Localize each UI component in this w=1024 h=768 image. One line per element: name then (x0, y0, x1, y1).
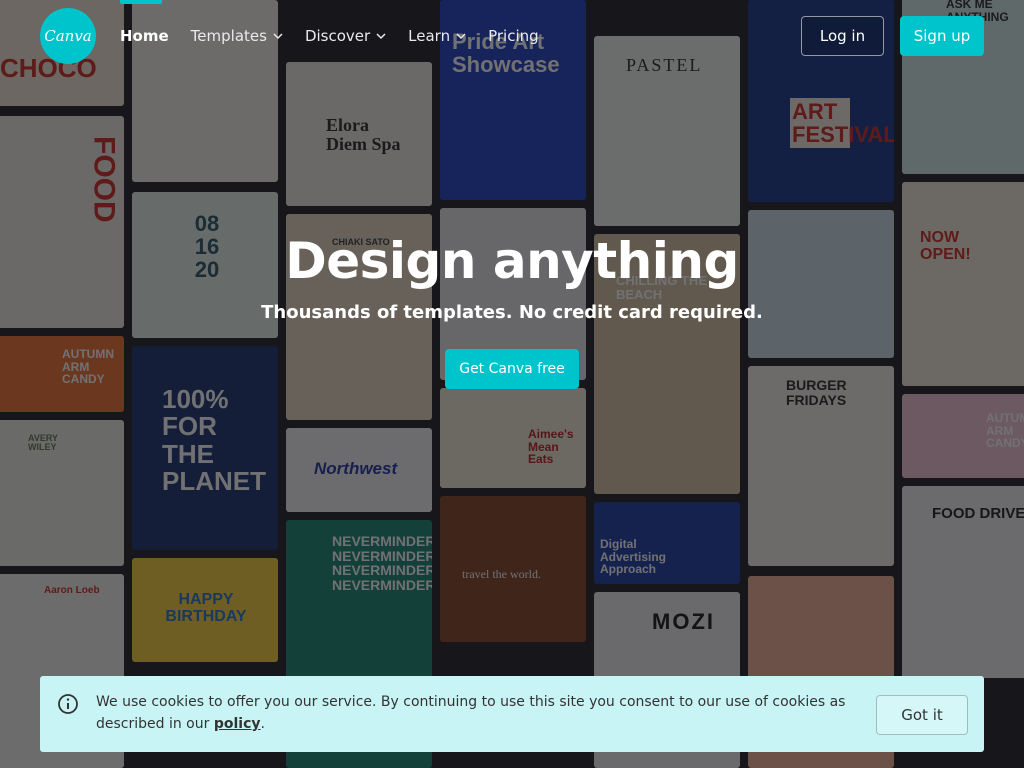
signup-label: Sign up (913, 27, 971, 45)
chevron-down-icon (376, 33, 386, 40)
tile-aimees-mean-eats: Aimee's Mean Eats (440, 388, 586, 488)
tile-text: MOZI (652, 609, 715, 634)
tile-text: Northwest (314, 459, 398, 478)
nav-discover[interactable]: Discover (305, 24, 386, 48)
cookie-message: We use cookies to offer you our service.… (96, 691, 856, 735)
signup-button[interactable]: Sign up (900, 16, 984, 56)
tile-food-drive: FOOD DRIVE (902, 486, 1024, 678)
get-canva-free-button[interactable]: Get Canva free (445, 349, 579, 389)
nav-learn-label: Learn (408, 27, 451, 45)
nav-home[interactable]: Home (120, 24, 169, 48)
tile-text: travel the world. (462, 567, 541, 581)
tile-100-for-the-planet: 100% FOR THE PLANET (132, 346, 278, 550)
cookie-banner: We use cookies to offer you our service.… (40, 676, 984, 752)
hero-title: Design anything (285, 232, 739, 290)
tile-elora-diem-spa: Elora Diem Spa (286, 62, 432, 206)
nav-templates-label: Templates (190, 27, 267, 45)
info-icon (58, 694, 78, 714)
tile-text: FOOD DRIVE (932, 505, 1024, 522)
cookie-text-before: We use cookies to offer you our service.… (96, 694, 846, 732)
tile-digital-advertising: Digital Advertising Approach (594, 502, 740, 584)
nav-discover-label: Discover (304, 27, 371, 45)
tile-text: ART FESTIVAL (790, 98, 894, 149)
tile-text: Aimee's Mean Eats (528, 427, 574, 467)
tile-text: 100% FOR THE PLANET (162, 384, 266, 496)
tile-northwest: Northwest (286, 428, 432, 512)
tile-text: BURGER FRIDAYS (786, 377, 847, 408)
tile-travel-the-world: travel the world. (440, 496, 586, 642)
nav-learn[interactable]: Learn (408, 24, 466, 48)
cta-label: Get Canva free (459, 361, 565, 377)
tile-text: HAPPY BIRTHDAY (165, 591, 247, 625)
cookie-got-it-button[interactable]: Got it (876, 695, 968, 735)
tile-text: AUTUMN ARM CANDY (62, 347, 114, 387)
tile-burger-fridays: BURGER FRIDAYS (748, 366, 894, 566)
tile-text: NEVERMINDER NEVERMINDER NEVERMINDER NEVE… (332, 533, 432, 594)
login-button[interactable]: Log in (801, 16, 884, 56)
tile-avery-wiley: AVERY WILEY (0, 420, 124, 566)
tile-text: FOOD (87, 136, 121, 223)
tile-text: Elora Diem Spa (326, 115, 401, 154)
got-it-label: Got it (901, 706, 943, 724)
cookie-policy-link[interactable]: policy (214, 716, 261, 732)
nav-templates[interactable]: Templates (191, 24, 283, 48)
active-nav-indicator (120, 0, 162, 4)
nav-home-label: Home (120, 27, 169, 45)
top-nav: Canva Home Templates Discover Learn Pric… (0, 0, 1024, 72)
tile-text: AUTUMN ARM CANDY (986, 411, 1024, 451)
chevron-down-icon (273, 33, 283, 40)
logo-text: Canva (44, 27, 92, 45)
canva-logo[interactable]: Canva (40, 8, 96, 64)
tile-text: Digital Advertising Approach (600, 537, 667, 577)
login-label: Log in (819, 27, 866, 45)
cookie-text-after: . (260, 716, 265, 732)
tile-text: Aaron Loeb (44, 585, 100, 596)
chevron-down-icon (456, 33, 466, 40)
tile-autumn-arm-candy-2: AUTUMN ARM CANDY (902, 394, 1024, 478)
tile-food: FOOD (0, 116, 124, 328)
hero-subtitle: Thousands of templates. No credit card r… (261, 302, 763, 323)
tile-autumn-arm-candy: AUTUMN ARM CANDY (0, 336, 124, 412)
tile-text: AVERY WILEY (28, 433, 58, 453)
nav-links: Home Templates Discover Learn Pricing (120, 24, 561, 48)
tile-happy-birthday: HAPPY BIRTHDAY (132, 558, 278, 662)
nav-pricing-label: Pricing (488, 27, 539, 45)
nav-pricing[interactable]: Pricing (488, 24, 539, 48)
